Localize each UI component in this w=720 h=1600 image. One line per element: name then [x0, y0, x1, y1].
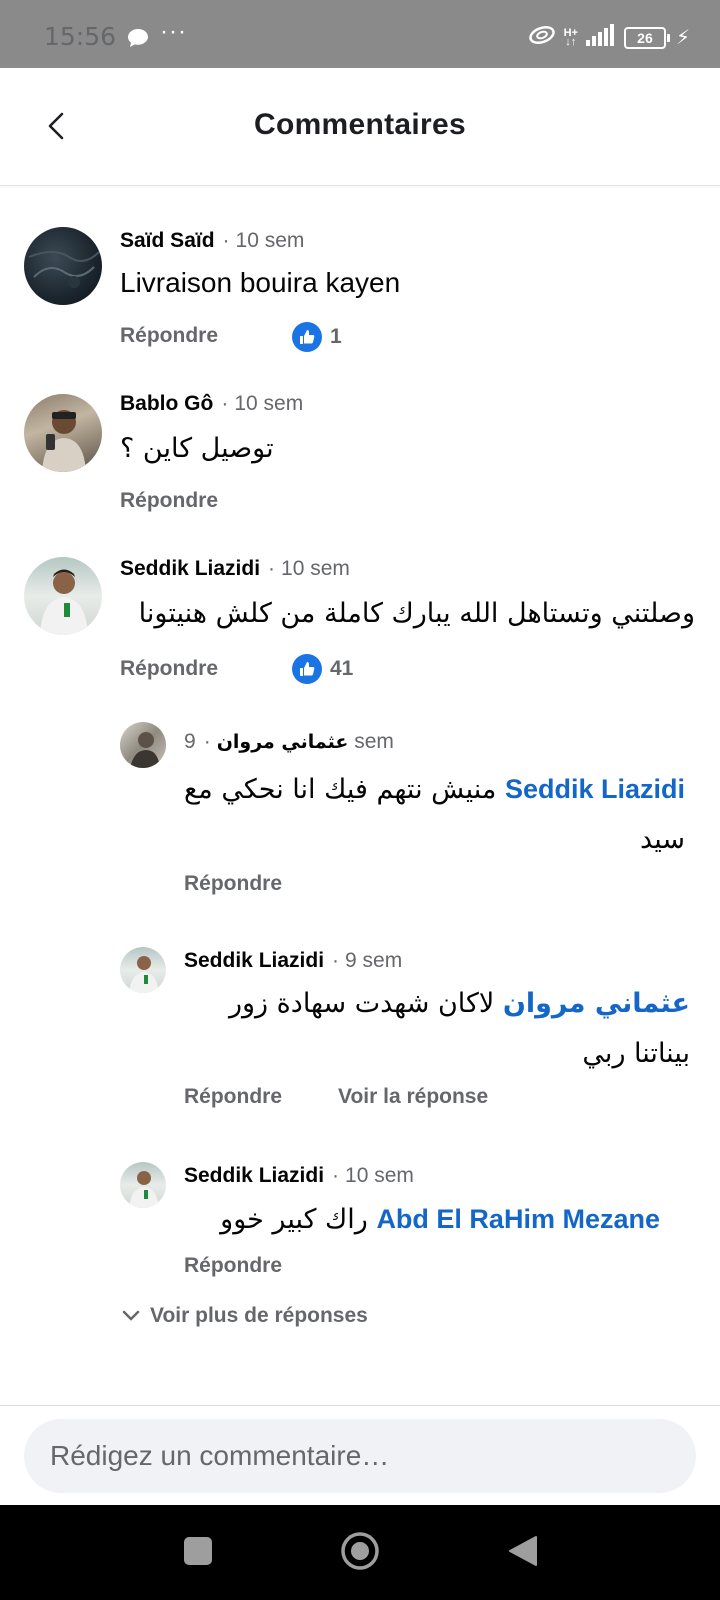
reply-text: Seddik Liazidi منيش نتهم فيك انا نحكي مع…	[183, 774, 685, 855]
avatar[interactable]	[120, 722, 166, 768]
reply-button[interactable]: Répondre	[184, 872, 282, 896]
status-time: 15:56	[44, 22, 117, 51]
comment-item: Seddik Liazidi · 10 sem وصلتني وتستاهل الل…	[0, 527, 720, 692]
reply-time: 9 sem	[345, 949, 403, 972]
status-bar: 15:56 ··· H+ ↓↑ 26 ⚡	[0, 0, 720, 68]
comment-time: 10 sem	[234, 392, 304, 415]
reply-text: Abd El RaHim Mezane راك كبير خوو	[220, 1204, 660, 1235]
battery-icon: 26	[623, 26, 670, 49]
reply-button[interactable]: Répondre	[120, 657, 218, 681]
chevron-down-icon	[122, 1310, 140, 1321]
comment-text: وصلتني وتستاهل الله يبارك كاملة من كلش ه…	[138, 598, 695, 629]
reply-button[interactable]: Répondre	[184, 1085, 282, 1109]
thumbs-up-icon	[292, 322, 322, 352]
comment-author[interactable]: Saïd Saïd	[120, 229, 215, 252]
avatar[interactable]	[120, 947, 166, 993]
reaction-count[interactable]: 1	[292, 322, 342, 352]
chat-bubble-icon	[127, 28, 149, 53]
header: Commentaires	[0, 68, 720, 186]
comments-list[interactable]: Saïd Saïd · 10 sem Livraison bouira kayen …	[0, 187, 720, 1405]
comment-author[interactable]: Seddik Liazidi	[120, 557, 260, 580]
reaction-count[interactable]: 41	[292, 654, 353, 684]
comment-author[interactable]: Bablo Gô	[120, 392, 213, 415]
reply-button[interactable]: Répondre	[184, 1254, 282, 1278]
mention-link[interactable]: عثماني مروان	[503, 988, 690, 1019]
link-icon	[528, 24, 556, 51]
avatar[interactable]	[120, 1162, 166, 1208]
reply-author[interactable]: Seddik Liazidi	[184, 949, 324, 972]
mention-link[interactable]: Abd El RaHim Mezane	[376, 1204, 660, 1234]
recents-button[interactable]	[183, 1536, 213, 1571]
avatar[interactable]	[24, 557, 102, 635]
reply-item: عثماني مروان·9 sem Seddik Liazidi منيش ن…	[0, 692, 720, 907]
reply-author[interactable]: عثماني مروان	[217, 731, 349, 753]
comment-time: 10 sem	[235, 229, 305, 252]
avatar[interactable]	[24, 394, 102, 472]
back-nav-button[interactable]	[508, 1535, 538, 1572]
reply-text: عثماني مروان لاكان شهدت سهادة زور بيناتن…	[228, 988, 690, 1069]
thumbs-up-icon	[292, 654, 322, 684]
more-replies-button[interactable]: Voir plus de réponses	[122, 1304, 368, 1328]
comment-input[interactable]	[24, 1419, 696, 1493]
home-button[interactable]	[340, 1531, 380, 1576]
status-icons: H+ ↓↑ 26 ⚡	[528, 24, 690, 51]
view-reply-button[interactable]: Voir la réponse	[338, 1085, 488, 1109]
reply-item: Seddik Liazidi · 9 sem عثماني مروان لاكان …	[0, 907, 720, 1122]
avatar[interactable]	[24, 227, 102, 305]
reply-item: Seddik Liazidi · 10 sem Abd El RaHim Mezan…	[0, 1122, 720, 1292]
reply-button[interactable]: Répondre	[120, 489, 218, 513]
comment-time: 10 sem	[281, 557, 350, 580]
home-circle-icon	[341, 1532, 379, 1570]
square-icon	[184, 1537, 212, 1565]
comment-text: توصيل كاين ؟	[120, 433, 274, 464]
comment-text: Livraison bouira kayen	[120, 267, 401, 298]
triangle-back-icon	[509, 1536, 537, 1566]
network-type: H+ ↓↑	[563, 26, 578, 48]
comment-item: Saïd Saïd · 10 sem Livraison bouira kayen …	[0, 187, 720, 357]
more-notifications-icon: ···	[160, 18, 187, 45]
comment-item: Bablo Gô · 10 sem توصيل كاين ؟ Répondre	[0, 357, 720, 527]
reply-author[interactable]: Seddik Liazidi	[184, 1164, 324, 1187]
charging-icon: ⚡	[675, 27, 690, 49]
reply-button[interactable]: Répondre	[120, 324, 218, 348]
signal-icon	[585, 24, 616, 51]
mention-link[interactable]: Seddik Liazidi	[505, 774, 685, 804]
navigation-bar	[0, 1505, 720, 1600]
page-title: Commentaires	[253, 108, 466, 141]
comment-composer	[0, 1405, 720, 1505]
reply-time: 10 sem	[345, 1164, 414, 1187]
